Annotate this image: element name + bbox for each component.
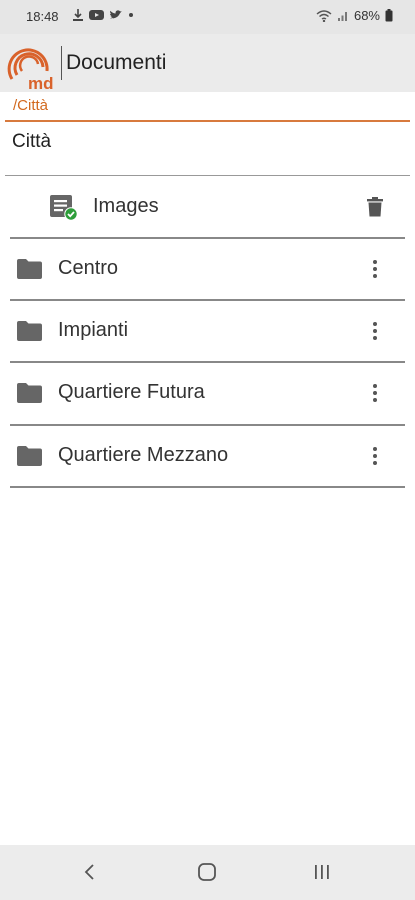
list-item-folder[interactable]: Impianti (0, 300, 415, 362)
folder-icon (17, 259, 42, 284)
notification-icons (72, 8, 134, 22)
more-vert-icon[interactable] (361, 255, 389, 283)
folder-icon (17, 446, 42, 471)
divider (10, 486, 405, 488)
list-item-folder[interactable]: Quartiere Mezzano (0, 425, 415, 487)
list-item-file[interactable]: Images (0, 176, 415, 238)
breadcrumb-underline (5, 120, 410, 122)
system-nav-bar (0, 845, 415, 900)
current-folder-title: Città (12, 131, 52, 152)
status-bar: 18:48 68% (0, 0, 415, 34)
app-bar: md Documenti (0, 34, 415, 93)
delete-icon[interactable] (361, 193, 389, 221)
battery-percent: 68% (353, 8, 380, 23)
folder-name: Impianti (58, 319, 129, 341)
more-vert-icon[interactable] (361, 442, 389, 470)
app-logo[interactable]: md (5, 37, 57, 93)
page-title: Documenti (66, 51, 167, 74)
folder-name: Centro (58, 257, 119, 279)
document-synced-icon (49, 194, 79, 227)
recents-icon[interactable] (312, 862, 332, 887)
dot-icon (128, 12, 134, 18)
folder-icon (17, 383, 42, 408)
list-item-folder[interactable]: Quartiere Futura (0, 362, 415, 424)
folder-name: Quartiere Mezzano (58, 444, 229, 466)
wifi-icon (316, 9, 332, 22)
more-vert-icon[interactable] (361, 379, 389, 407)
back-icon[interactable] (80, 862, 100, 887)
download-icon (72, 8, 84, 22)
list-item-folder[interactable]: Centro (0, 238, 415, 300)
signal-icon (337, 10, 349, 22)
folder-icon (17, 321, 42, 346)
battery-icon (385, 9, 393, 22)
appbar-divider (61, 46, 62, 80)
system-icons: 68% (316, 8, 393, 23)
file-name: Images (93, 195, 159, 217)
more-vert-icon[interactable] (361, 317, 389, 345)
breadcrumb[interactable]: /Città (13, 97, 48, 114)
status-time: 18:48 (26, 9, 59, 24)
twitter-icon (109, 9, 123, 21)
folder-name: Quartiere Futura (58, 381, 205, 403)
youtube-icon (89, 9, 104, 21)
logo-text: md (28, 74, 54, 91)
home-icon[interactable] (196, 862, 218, 887)
